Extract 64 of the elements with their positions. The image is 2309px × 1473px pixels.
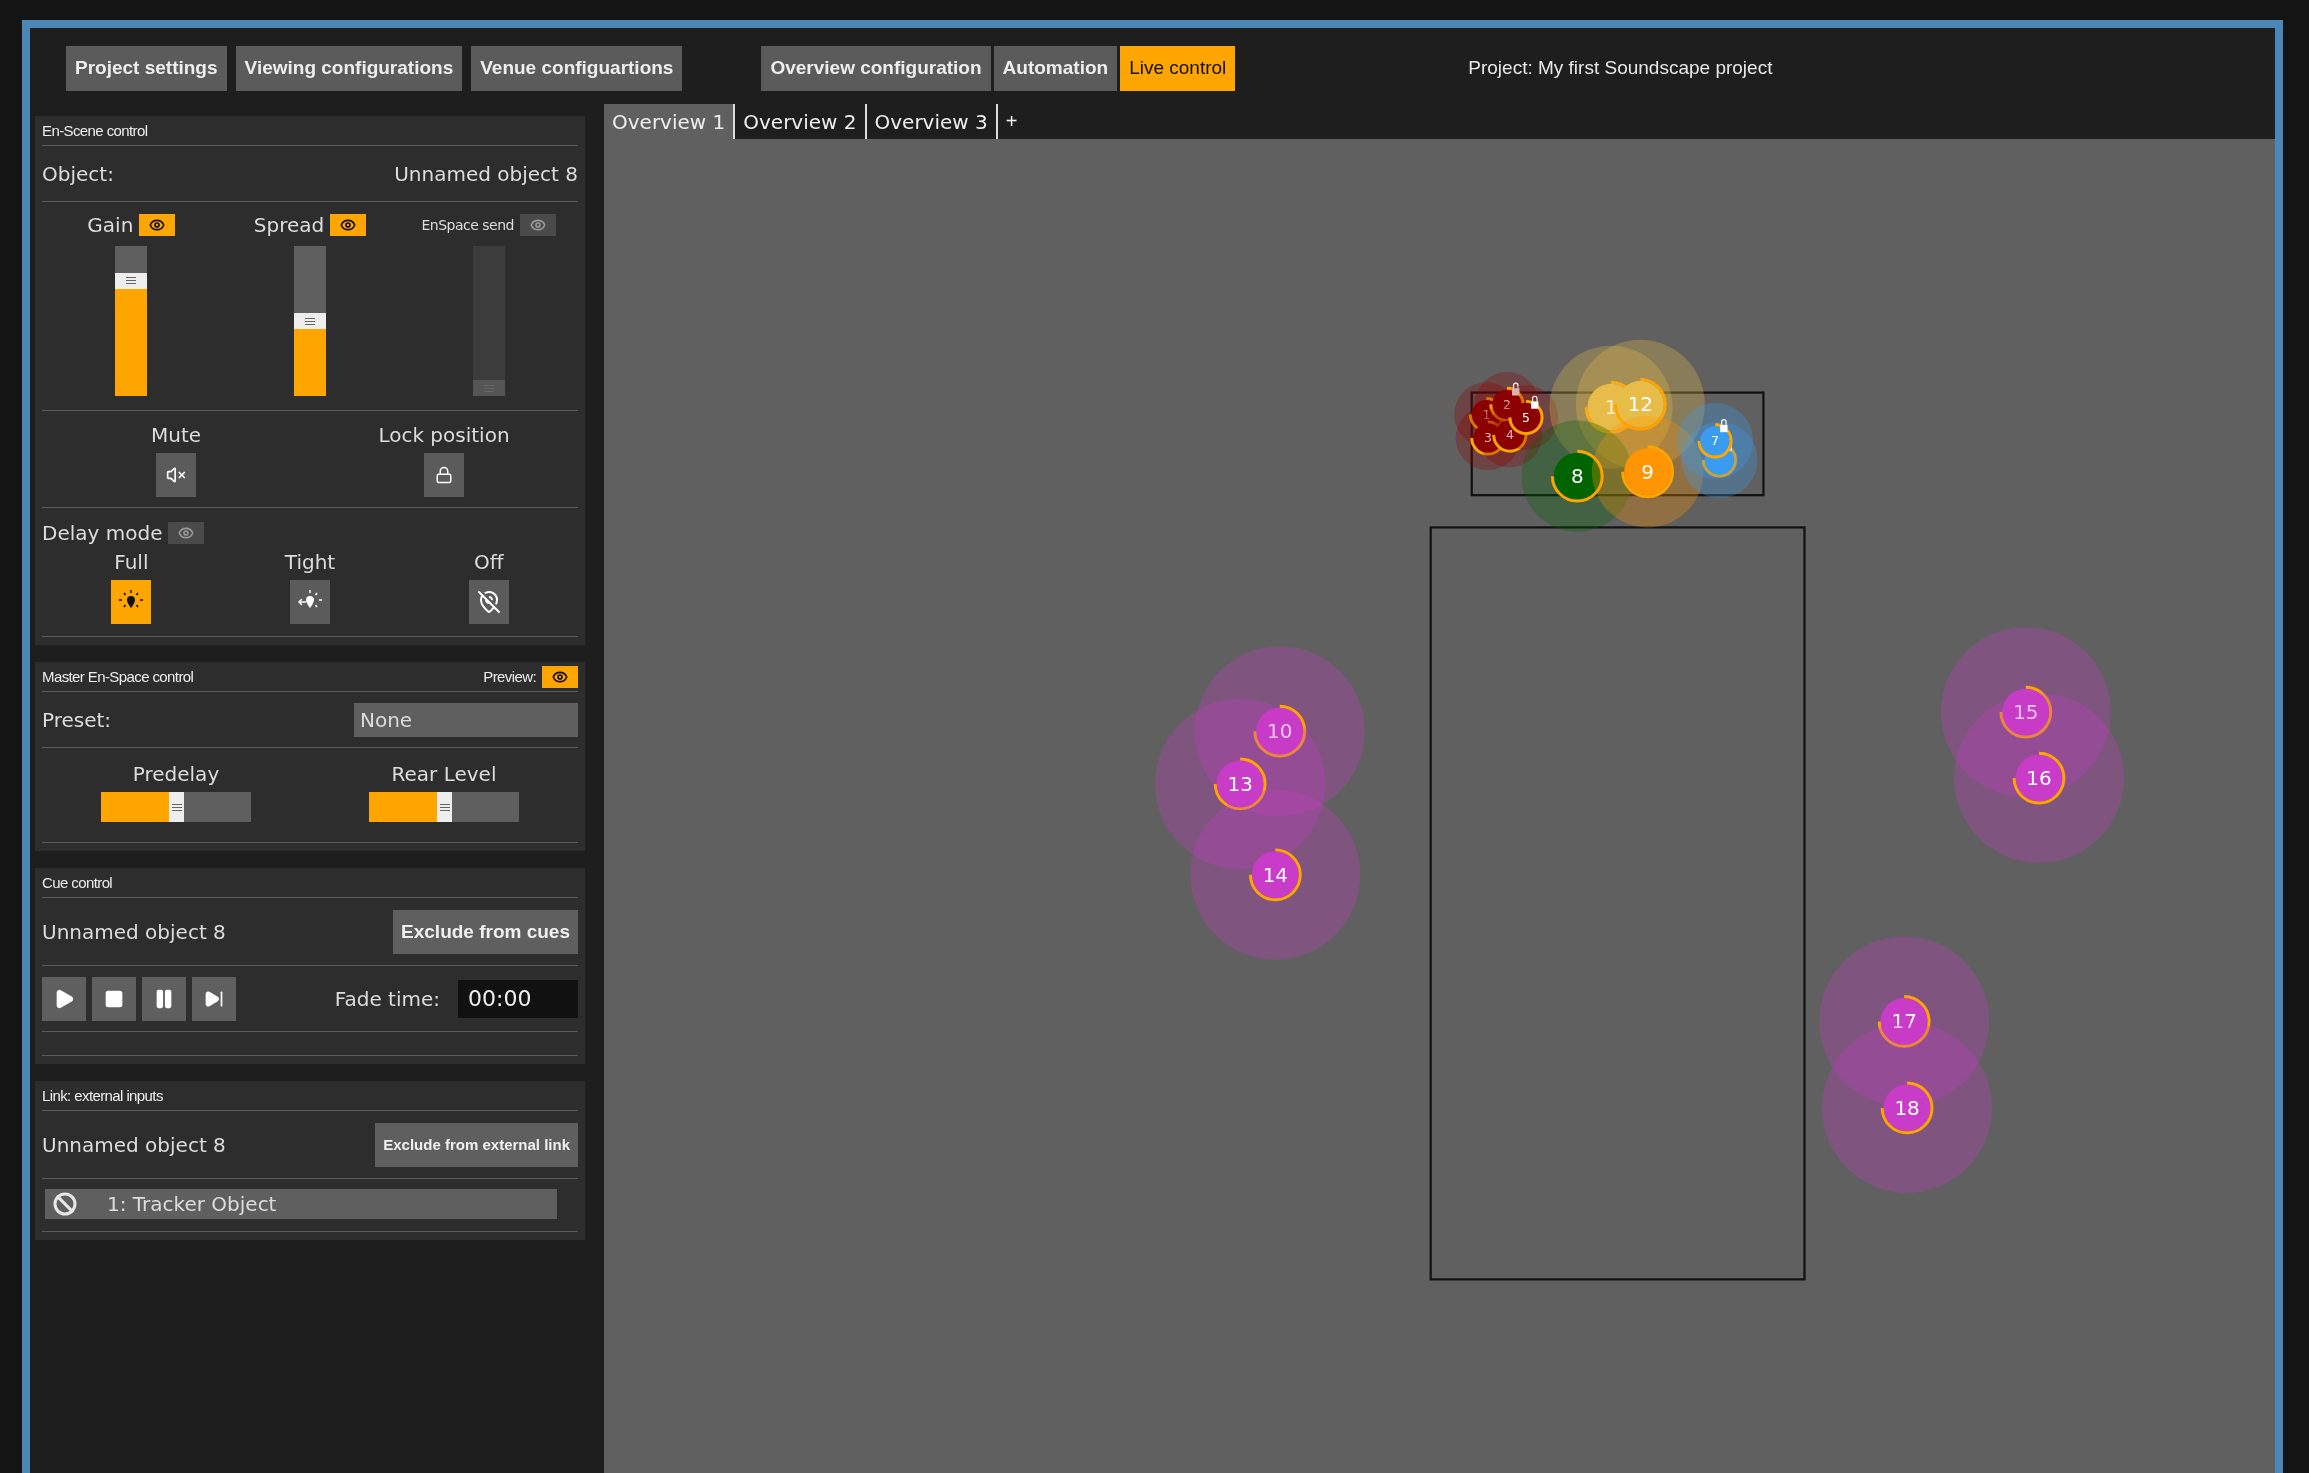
nav-button[interactable]: Venue configuartions bbox=[471, 45, 683, 91]
nav-button[interactable]: Project settings bbox=[66, 45, 227, 91]
mute-button[interactable] bbox=[156, 453, 196, 497]
preset-dropdown[interactable]: None bbox=[354, 702, 578, 737]
object-name: Unnamed object 8 bbox=[42, 919, 226, 944]
slider-label: Rear Level bbox=[391, 762, 497, 786]
overview-tab[interactable]: Overview 1 bbox=[604, 104, 736, 139]
lock-icon bbox=[435, 466, 453, 484]
toggle-label: Mute bbox=[150, 423, 202, 447]
delay-option-label: Tight bbox=[284, 550, 336, 574]
mode-tab[interactable]: Overview configuration bbox=[761, 45, 991, 91]
next-button[interactable] bbox=[192, 976, 236, 1021]
horizontal-slider[interactable] bbox=[369, 792, 519, 822]
mode-tab[interactable]: Live control bbox=[1120, 45, 1236, 91]
lock-button[interactable] bbox=[424, 453, 464, 497]
section-title: Link: external inputs bbox=[42, 1087, 163, 1104]
eye-toggle[interactable] bbox=[519, 214, 556, 236]
section-title: En-Scene control bbox=[42, 122, 148, 139]
stop-button[interactable] bbox=[92, 976, 136, 1021]
preset-label: Preset: bbox=[42, 707, 112, 732]
object-label: Object: bbox=[42, 161, 114, 186]
sound-object[interactable]: 7 bbox=[1676, 402, 1754, 480]
add-tab-button[interactable]: + bbox=[997, 104, 1026, 139]
fade-time-label: Fade time: bbox=[334, 986, 440, 1011]
crossed-pin-icon bbox=[476, 590, 501, 614]
eye-icon bbox=[178, 525, 195, 541]
eye-icon bbox=[529, 217, 546, 233]
vertical-fader[interactable] bbox=[294, 246, 326, 396]
project-title: Project: My first Soundscape project bbox=[1468, 57, 1773, 79]
input-label: 1: Tracker Object bbox=[107, 1192, 277, 1216]
preview-label: Preview: bbox=[483, 668, 536, 685]
eye-icon bbox=[340, 217, 357, 233]
mode-tab[interactable]: Automation bbox=[993, 45, 1118, 91]
eye-toggle[interactable] bbox=[139, 214, 176, 236]
eye-icon bbox=[149, 217, 166, 233]
fader-label: Gain bbox=[87, 213, 134, 237]
delay-option-button[interactable] bbox=[111, 580, 152, 624]
delay-option-button[interactable] bbox=[290, 580, 330, 624]
pause-button[interactable] bbox=[142, 976, 186, 1021]
eye-toggle[interactable] bbox=[330, 214, 367, 236]
input-item[interactable]: 1: Tracker Object bbox=[45, 1189, 557, 1219]
section-title: Master En-Space control bbox=[42, 668, 194, 685]
delay-option-label: Off bbox=[473, 550, 504, 574]
nav-button[interactable]: Viewing configurations bbox=[235, 45, 463, 91]
section-title: Cue control bbox=[42, 874, 113, 891]
vertical-fader[interactable] bbox=[115, 246, 148, 396]
eye-toggle[interactable] bbox=[542, 665, 578, 688]
exclude-button[interactable]: Exclude from external link bbox=[375, 1122, 578, 1167]
play-button[interactable] bbox=[42, 976, 86, 1021]
delay-option-label: Full bbox=[114, 550, 149, 574]
mute-icon bbox=[166, 465, 186, 485]
stop-icon bbox=[104, 988, 124, 1009]
horizontal-slider[interactable] bbox=[101, 792, 251, 822]
slider-label: Predelay bbox=[132, 762, 220, 786]
fader-label: Spread bbox=[253, 213, 325, 237]
eye-toggle[interactable] bbox=[168, 522, 205, 544]
fade-time-field[interactable]: 00:00 bbox=[458, 979, 578, 1018]
delay-option-button[interactable] bbox=[468, 580, 509, 624]
exclude-button[interactable]: Exclude from cues bbox=[393, 909, 578, 954]
object-name: Unnamed object 8 bbox=[394, 161, 578, 186]
fader-label: EnSpace send bbox=[421, 217, 514, 233]
object-name: Unnamed object 8 bbox=[42, 1132, 226, 1157]
toggle-label: Lock position bbox=[378, 423, 510, 447]
delay-mode-label: Delay mode bbox=[42, 521, 163, 545]
